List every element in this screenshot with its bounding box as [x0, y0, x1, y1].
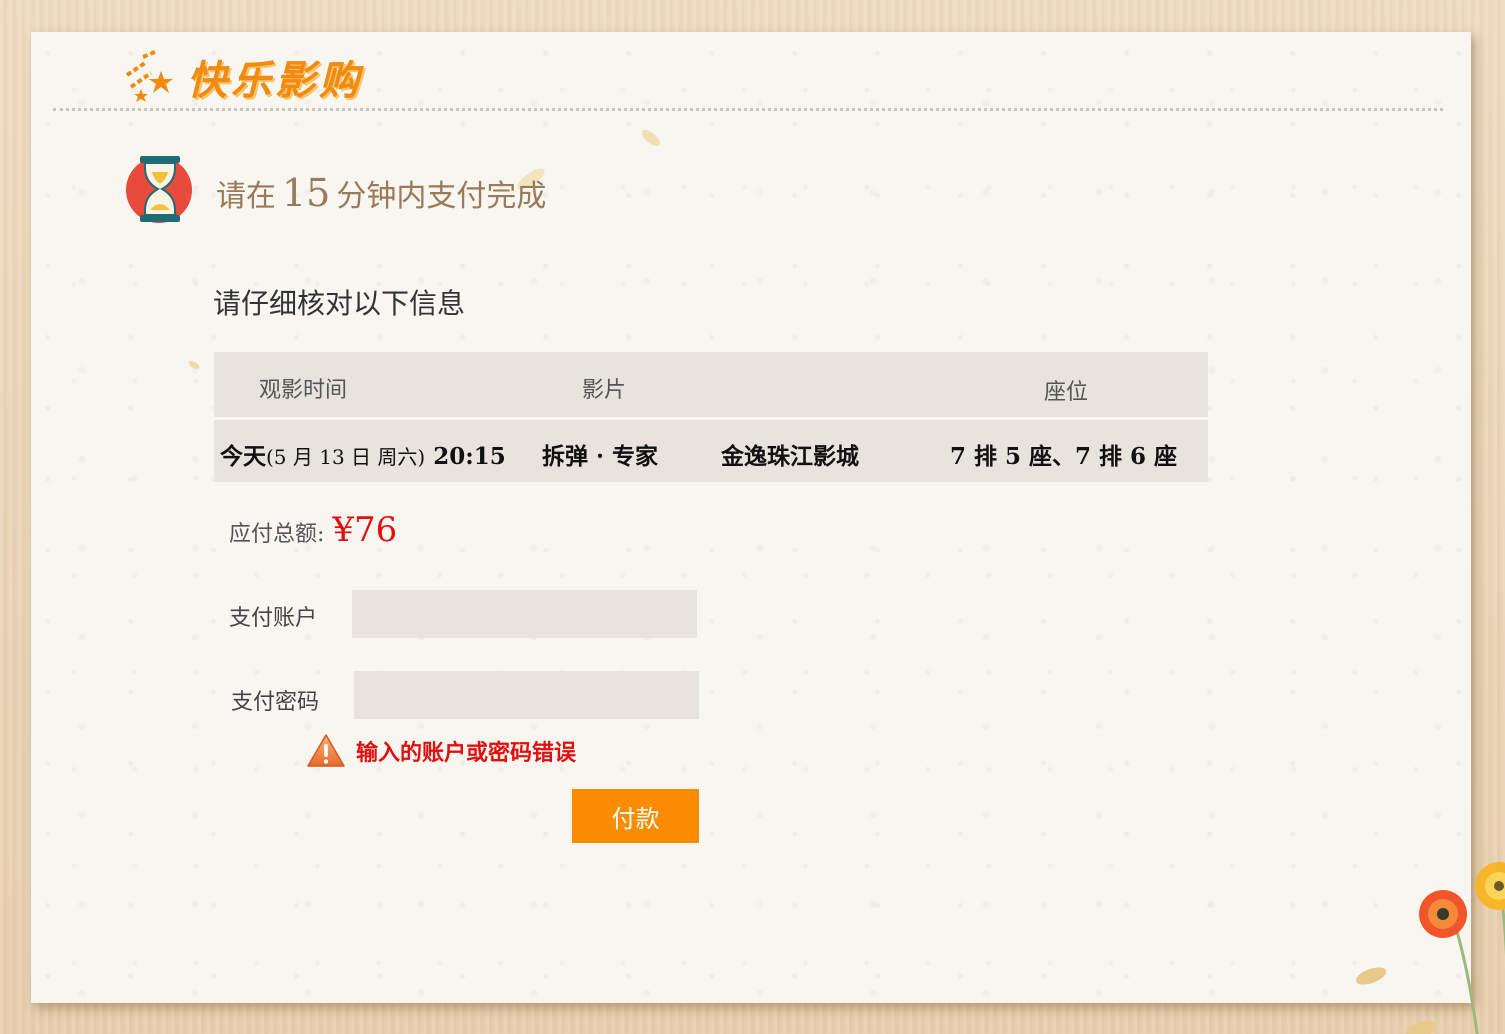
logo-text: 快乐影购 [187, 58, 363, 104]
total-value: ¥76 [332, 510, 398, 550]
account-input[interactable] [352, 590, 697, 638]
movie-cell: 拆弹 · 专家 [542, 443, 659, 470]
logo: 快乐影购 [121, 48, 363, 106]
seat-cell: 7 排 5 座、7 排 6 座 [950, 443, 1178, 470]
petal-decoration [188, 361, 200, 369]
showtime-cell: 今天(5 月 13 日 周六) 20:15 [220, 437, 506, 471]
petal-decoration [641, 129, 661, 147]
warning-triangle-icon [307, 734, 345, 767]
header-movie: 影片 [582, 378, 627, 403]
poppy-flowers-decoration [1405, 862, 1505, 1034]
header-seat: 座位 [1044, 380, 1089, 405]
total-amount: 应付总额: ¥76 [229, 510, 397, 550]
showtime-time: 20:15 [433, 443, 506, 470]
timer-text: 请在 15 分钟内支付完成 [216, 171, 546, 215]
pay-button[interactable]: 付款 [572, 789, 699, 843]
timer-suffix: 分钟内支付完成 [336, 179, 547, 214]
showtime-date: (5 月 13 日 周六) [266, 445, 426, 469]
password-label: 支付密码 [231, 690, 320, 715]
error-message: 输入的账户或密码错误 [306, 733, 576, 769]
error-text: 输入的账户或密码错误 [356, 740, 577, 766]
timer-minutes: 15 [282, 171, 331, 215]
sparkle-stars-icon [125, 49, 173, 102]
order-info-table: 观影时间 影片 座位 今天(5 月 13 日 周六) 20:15 拆弹 · 专家… [214, 352, 1208, 482]
table-header-row: 观影时间 影片 座位 [214, 352, 1208, 417]
table-row: 今天(5 月 13 日 周六) 20:15 拆弹 · 专家 金逸珠江影城 7 排… [214, 420, 1208, 482]
verify-title: 请仔细核对以下信息 [213, 287, 466, 320]
account-label: 支付账户 [229, 606, 318, 631]
showtime-day: 今天 [220, 443, 266, 470]
timer-prefix: 请在 [216, 179, 276, 214]
content-panel: 快乐影购 请在 15 分钟内支付完成 请仔细核对以下信息 观影时间 影片 座位 今天… [31, 32, 1505, 1034]
total-label: 应付总额: [229, 522, 325, 547]
cinema-cell: 金逸珠江影城 [721, 443, 859, 470]
payment-timer: 请在 15 分钟内支付完成 [126, 154, 546, 224]
hourglass-icon [126, 156, 192, 223]
header-divider [53, 108, 1443, 111]
password-input[interactable] [354, 671, 699, 719]
header-showtime: 观影时间 [259, 378, 348, 403]
